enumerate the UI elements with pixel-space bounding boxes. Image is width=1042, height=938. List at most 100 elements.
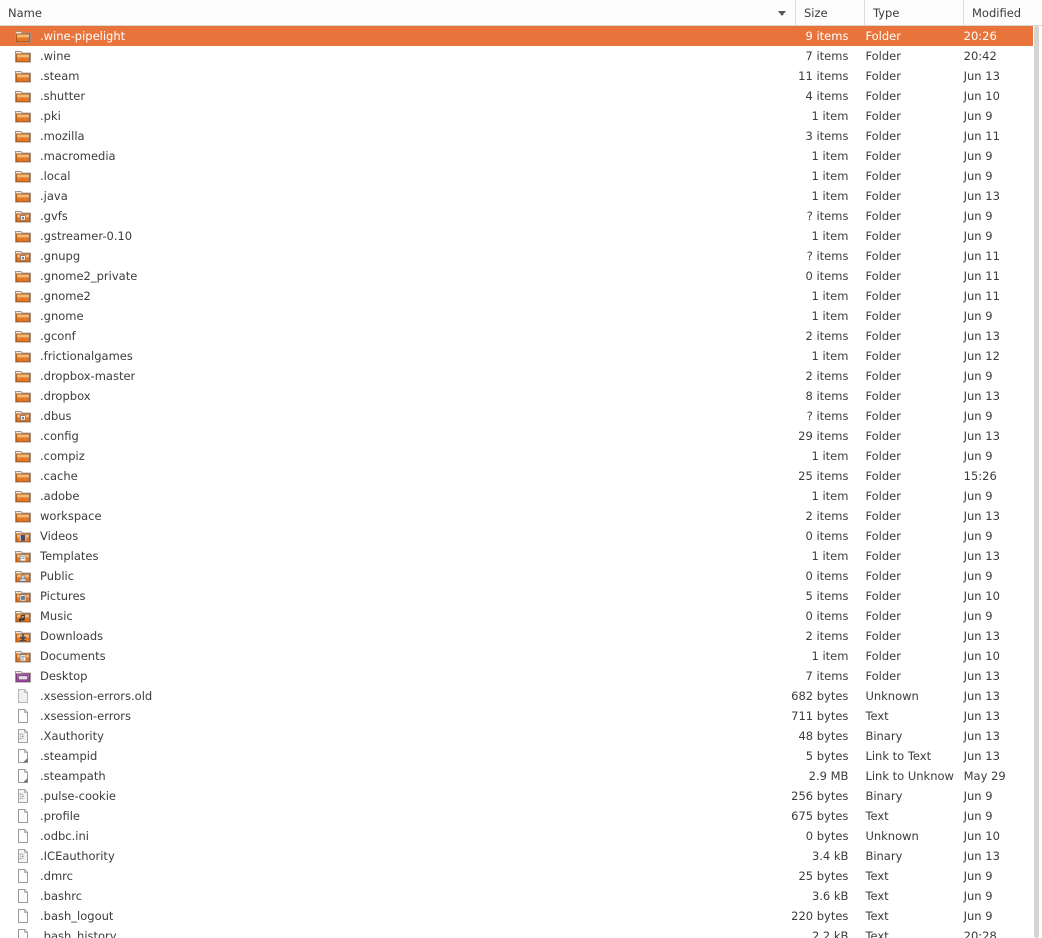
table-row[interactable]: .macromedia 1 item Folder Jun 9 bbox=[0, 146, 1033, 166]
file-name-cell[interactable]: .steampid bbox=[0, 746, 788, 766]
file-name-cell[interactable]: .config bbox=[0, 426, 788, 446]
table-row[interactable]: .bash_logout 220 bytes Text Jun 9 bbox=[0, 906, 1033, 926]
file-name-cell[interactable]: Public bbox=[0, 566, 788, 586]
table-row[interactable]: .pulse-cookie 256 bytes Binary Jun 9 bbox=[0, 786, 1033, 806]
file-name-cell[interactable]: .gnome2_private bbox=[0, 266, 788, 286]
file-name-cell[interactable]: Downloads bbox=[0, 626, 788, 646]
table-row[interactable]: Pictures 5 items Folder Jun 10 bbox=[0, 586, 1033, 606]
file-name-cell[interactable]: .odbc.ini bbox=[0, 826, 788, 846]
file-name-cell[interactable]: .mozilla bbox=[0, 126, 788, 146]
column-header-name[interactable]: Name bbox=[0, 0, 795, 25]
table-row[interactable]: .dropbox 8 items Folder Jun 13 bbox=[0, 386, 1033, 406]
file-name-cell[interactable]: Music bbox=[0, 606, 788, 626]
table-row[interactable]: .wine 7 items Folder 20:42 bbox=[0, 46, 1033, 66]
column-header-name-label: Name bbox=[8, 5, 42, 20]
table-row[interactable]: .steampid 5 bytes Link to Text Jun 13 bbox=[0, 746, 1033, 766]
table-row[interactable]: Public 0 items Folder Jun 9 bbox=[0, 566, 1033, 586]
file-name-cell[interactable]: workspace bbox=[0, 506, 788, 526]
file-name-cell[interactable]: .macromedia bbox=[0, 146, 788, 166]
file-name-cell[interactable]: .steampath bbox=[0, 766, 788, 786]
file-name-cell[interactable]: .java bbox=[0, 186, 788, 206]
table-row[interactable]: .config 29 items Folder Jun 13 bbox=[0, 426, 1033, 446]
table-row[interactable]: Videos 0 items Folder Jun 9 bbox=[0, 526, 1033, 546]
file-name-cell[interactable]: .xsession-errors bbox=[0, 706, 788, 726]
table-row[interactable]: .dbus ? items Folder Jun 9 bbox=[0, 406, 1033, 426]
file-name-cell[interactable]: .Xauthority bbox=[0, 726, 788, 746]
table-row[interactable]: .gstreamer-0.10 1 item Folder Jun 9 bbox=[0, 226, 1033, 246]
table-row[interactable]: .gnome2_private 0 items Folder Jun 11 bbox=[0, 266, 1033, 286]
table-row[interactable]: .steam 11 items Folder Jun 13 bbox=[0, 66, 1033, 86]
file-name-cell[interactable]: .ICEauthority bbox=[0, 846, 788, 866]
file-name-cell[interactable]: .bash_logout bbox=[0, 906, 788, 926]
table-row[interactable]: .bashrc 3.6 kB Text Jun 9 bbox=[0, 886, 1033, 906]
table-row[interactable]: .gconf 2 items Folder Jun 13 bbox=[0, 326, 1033, 346]
file-name-cell[interactable]: .bash_history bbox=[0, 926, 788, 938]
file-name-cell[interactable]: .adobe bbox=[0, 486, 788, 506]
table-row[interactable]: .shutter 4 items Folder Jun 10 bbox=[0, 86, 1033, 106]
file-name-cell[interactable]: .cache bbox=[0, 466, 788, 486]
table-row[interactable]: .xsession-errors 711 bytes Text Jun 13 bbox=[0, 706, 1033, 726]
table-row[interactable]: .adobe 1 item Folder Jun 9 bbox=[0, 486, 1033, 506]
file-name-cell[interactable]: .dmrc bbox=[0, 866, 788, 886]
table-row[interactable]: .gnome2 1 item Folder Jun 11 bbox=[0, 286, 1033, 306]
table-row[interactable]: Documents 1 item Folder Jun 10 bbox=[0, 646, 1033, 666]
table-row[interactable]: .Xauthority 48 bytes Binary Jun 13 bbox=[0, 726, 1033, 746]
file-name-cell[interactable]: .wine bbox=[0, 46, 788, 66]
table-row[interactable]: Desktop 7 items Folder Jun 13 bbox=[0, 666, 1033, 686]
table-row[interactable]: .pki 1 item Folder Jun 9 bbox=[0, 106, 1033, 126]
file-name-cell[interactable]: Documents bbox=[0, 646, 788, 666]
file-name-cell[interactable]: Desktop bbox=[0, 666, 788, 686]
file-name-cell[interactable]: .pki bbox=[0, 106, 788, 126]
file-name-cell[interactable]: .gstreamer-0.10 bbox=[0, 226, 788, 246]
table-row[interactable]: .wine-pipelight 9 items Folder 20:26 bbox=[0, 26, 1033, 46]
column-header-size[interactable]: Size bbox=[795, 0, 864, 25]
table-row[interactable]: workspace 2 items Folder Jun 13 bbox=[0, 506, 1033, 526]
file-name-cell[interactable]: .bashrc bbox=[0, 886, 788, 906]
column-header-type[interactable]: Type bbox=[864, 0, 963, 25]
table-row[interactable]: .dropbox-master 2 items Folder Jun 9 bbox=[0, 366, 1033, 386]
table-row[interactable]: .gnome 1 item Folder Jun 9 bbox=[0, 306, 1033, 326]
file-name-cell[interactable]: .gnupg bbox=[0, 246, 788, 266]
vertical-scrollbar[interactable] bbox=[1034, 26, 1039, 938]
table-row[interactable]: .ICEauthority 3.4 kB Binary Jun 13 bbox=[0, 846, 1033, 866]
file-name-cell[interactable]: Pictures bbox=[0, 586, 788, 606]
file-name-cell[interactable]: Templates bbox=[0, 546, 788, 566]
file-name-cell[interactable]: .xsession-errors.old bbox=[0, 686, 788, 706]
table-row[interactable]: .java 1 item Folder Jun 13 bbox=[0, 186, 1033, 206]
table-row[interactable]: .compiz 1 item Folder Jun 9 bbox=[0, 446, 1033, 466]
table-row[interactable]: .gvfs ? items Folder Jun 9 bbox=[0, 206, 1033, 226]
file-name-cell[interactable]: .local bbox=[0, 166, 788, 186]
file-name-cell[interactable]: .gconf bbox=[0, 326, 788, 346]
table-row[interactable]: .dmrc 25 bytes Text Jun 9 bbox=[0, 866, 1033, 886]
file-name-cell[interactable]: .dbus bbox=[0, 406, 788, 426]
file-name-cell[interactable]: .dropbox-master bbox=[0, 366, 788, 386]
table-row[interactable]: .steampath 2.9 MB Link to Unknown May 29 bbox=[0, 766, 1033, 786]
table-row[interactable]: .cache 25 items Folder 15:26 bbox=[0, 466, 1033, 486]
file-name-cell[interactable]: .dropbox bbox=[0, 386, 788, 406]
table-row[interactable]: .xsession-errors.old 682 bytes Unknown Jun … bbox=[0, 686, 1033, 706]
column-header-modified[interactable]: Modified bbox=[963, 0, 1042, 25]
table-row[interactable]: .profile 675 bytes Text Jun 9 bbox=[0, 806, 1033, 826]
file-name-cell[interactable]: .frictionalgames bbox=[0, 346, 788, 366]
chevron-down-icon[interactable] bbox=[778, 10, 786, 16]
vertical-scrollbar-thumb[interactable] bbox=[1034, 26, 1039, 32]
file-name-cell[interactable]: .steam bbox=[0, 66, 788, 86]
file-name-cell[interactable]: .wine-pipelight bbox=[0, 26, 788, 46]
table-row[interactable]: .frictionalgames 1 item Folder Jun 12 bbox=[0, 346, 1033, 366]
file-name-cell[interactable]: Videos bbox=[0, 526, 788, 546]
file-name-cell[interactable]: .gnome bbox=[0, 306, 788, 326]
file-name-cell[interactable]: .gnome2 bbox=[0, 286, 788, 306]
table-row[interactable]: Downloads 2 items Folder Jun 13 bbox=[0, 626, 1033, 646]
table-row[interactable]: Music 0 items Folder Jun 9 bbox=[0, 606, 1033, 626]
table-row[interactable]: .mozilla 3 items Folder Jun 11 bbox=[0, 126, 1033, 146]
file-name-cell[interactable]: .pulse-cookie bbox=[0, 786, 788, 806]
file-name-cell[interactable]: .gvfs bbox=[0, 206, 788, 226]
table-row[interactable]: Templates 1 item Folder Jun 13 bbox=[0, 546, 1033, 566]
table-row[interactable]: .gnupg ? items Folder Jun 11 bbox=[0, 246, 1033, 266]
table-row[interactable]: .local 1 item Folder Jun 9 bbox=[0, 166, 1033, 186]
file-name-cell[interactable]: .profile bbox=[0, 806, 788, 826]
table-row[interactable]: .bash_history 2.2 kB Text 20:28 bbox=[0, 926, 1033, 938]
file-name-cell[interactable]: .compiz bbox=[0, 446, 788, 466]
table-row[interactable]: .odbc.ini 0 bytes Unknown Jun 10 bbox=[0, 826, 1033, 846]
file-name-cell[interactable]: .shutter bbox=[0, 86, 788, 106]
